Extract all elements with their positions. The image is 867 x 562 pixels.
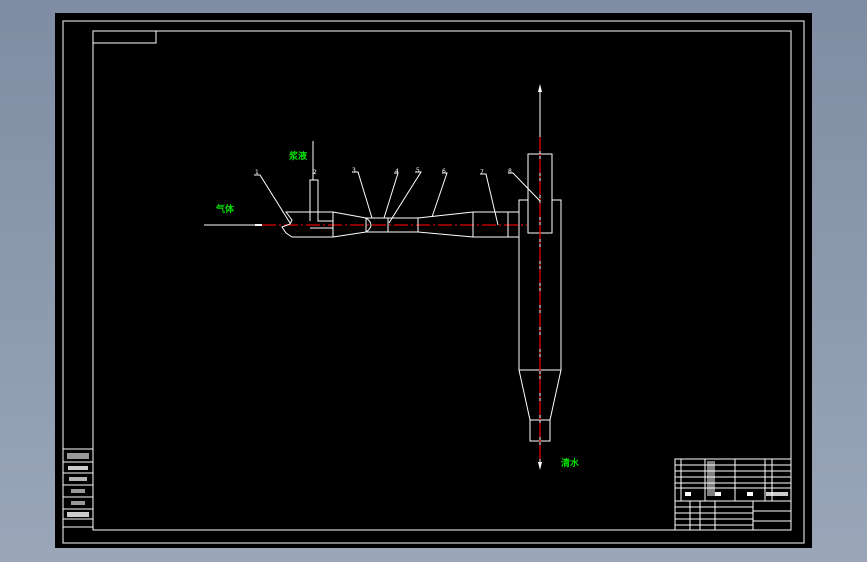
water-label: 清水: [561, 457, 580, 469]
part-number: 5: [416, 167, 420, 174]
part-number: 3: [352, 167, 356, 174]
part-number: 1: [255, 169, 259, 176]
part-number: 2: [313, 169, 317, 176]
gas-label: 气体: [215, 203, 235, 215]
drawing-sheet: [55, 13, 812, 548]
part-number: 6: [442, 168, 446, 175]
cad-drawing: 1 2 3 4 5 6 7 8 气体 浆液 清水: [55, 13, 812, 548]
part-number: 8: [508, 168, 512, 175]
slurry-label: 浆液: [288, 150, 308, 162]
part-number: 7: [480, 169, 484, 176]
part-number: 4: [395, 168, 399, 175]
